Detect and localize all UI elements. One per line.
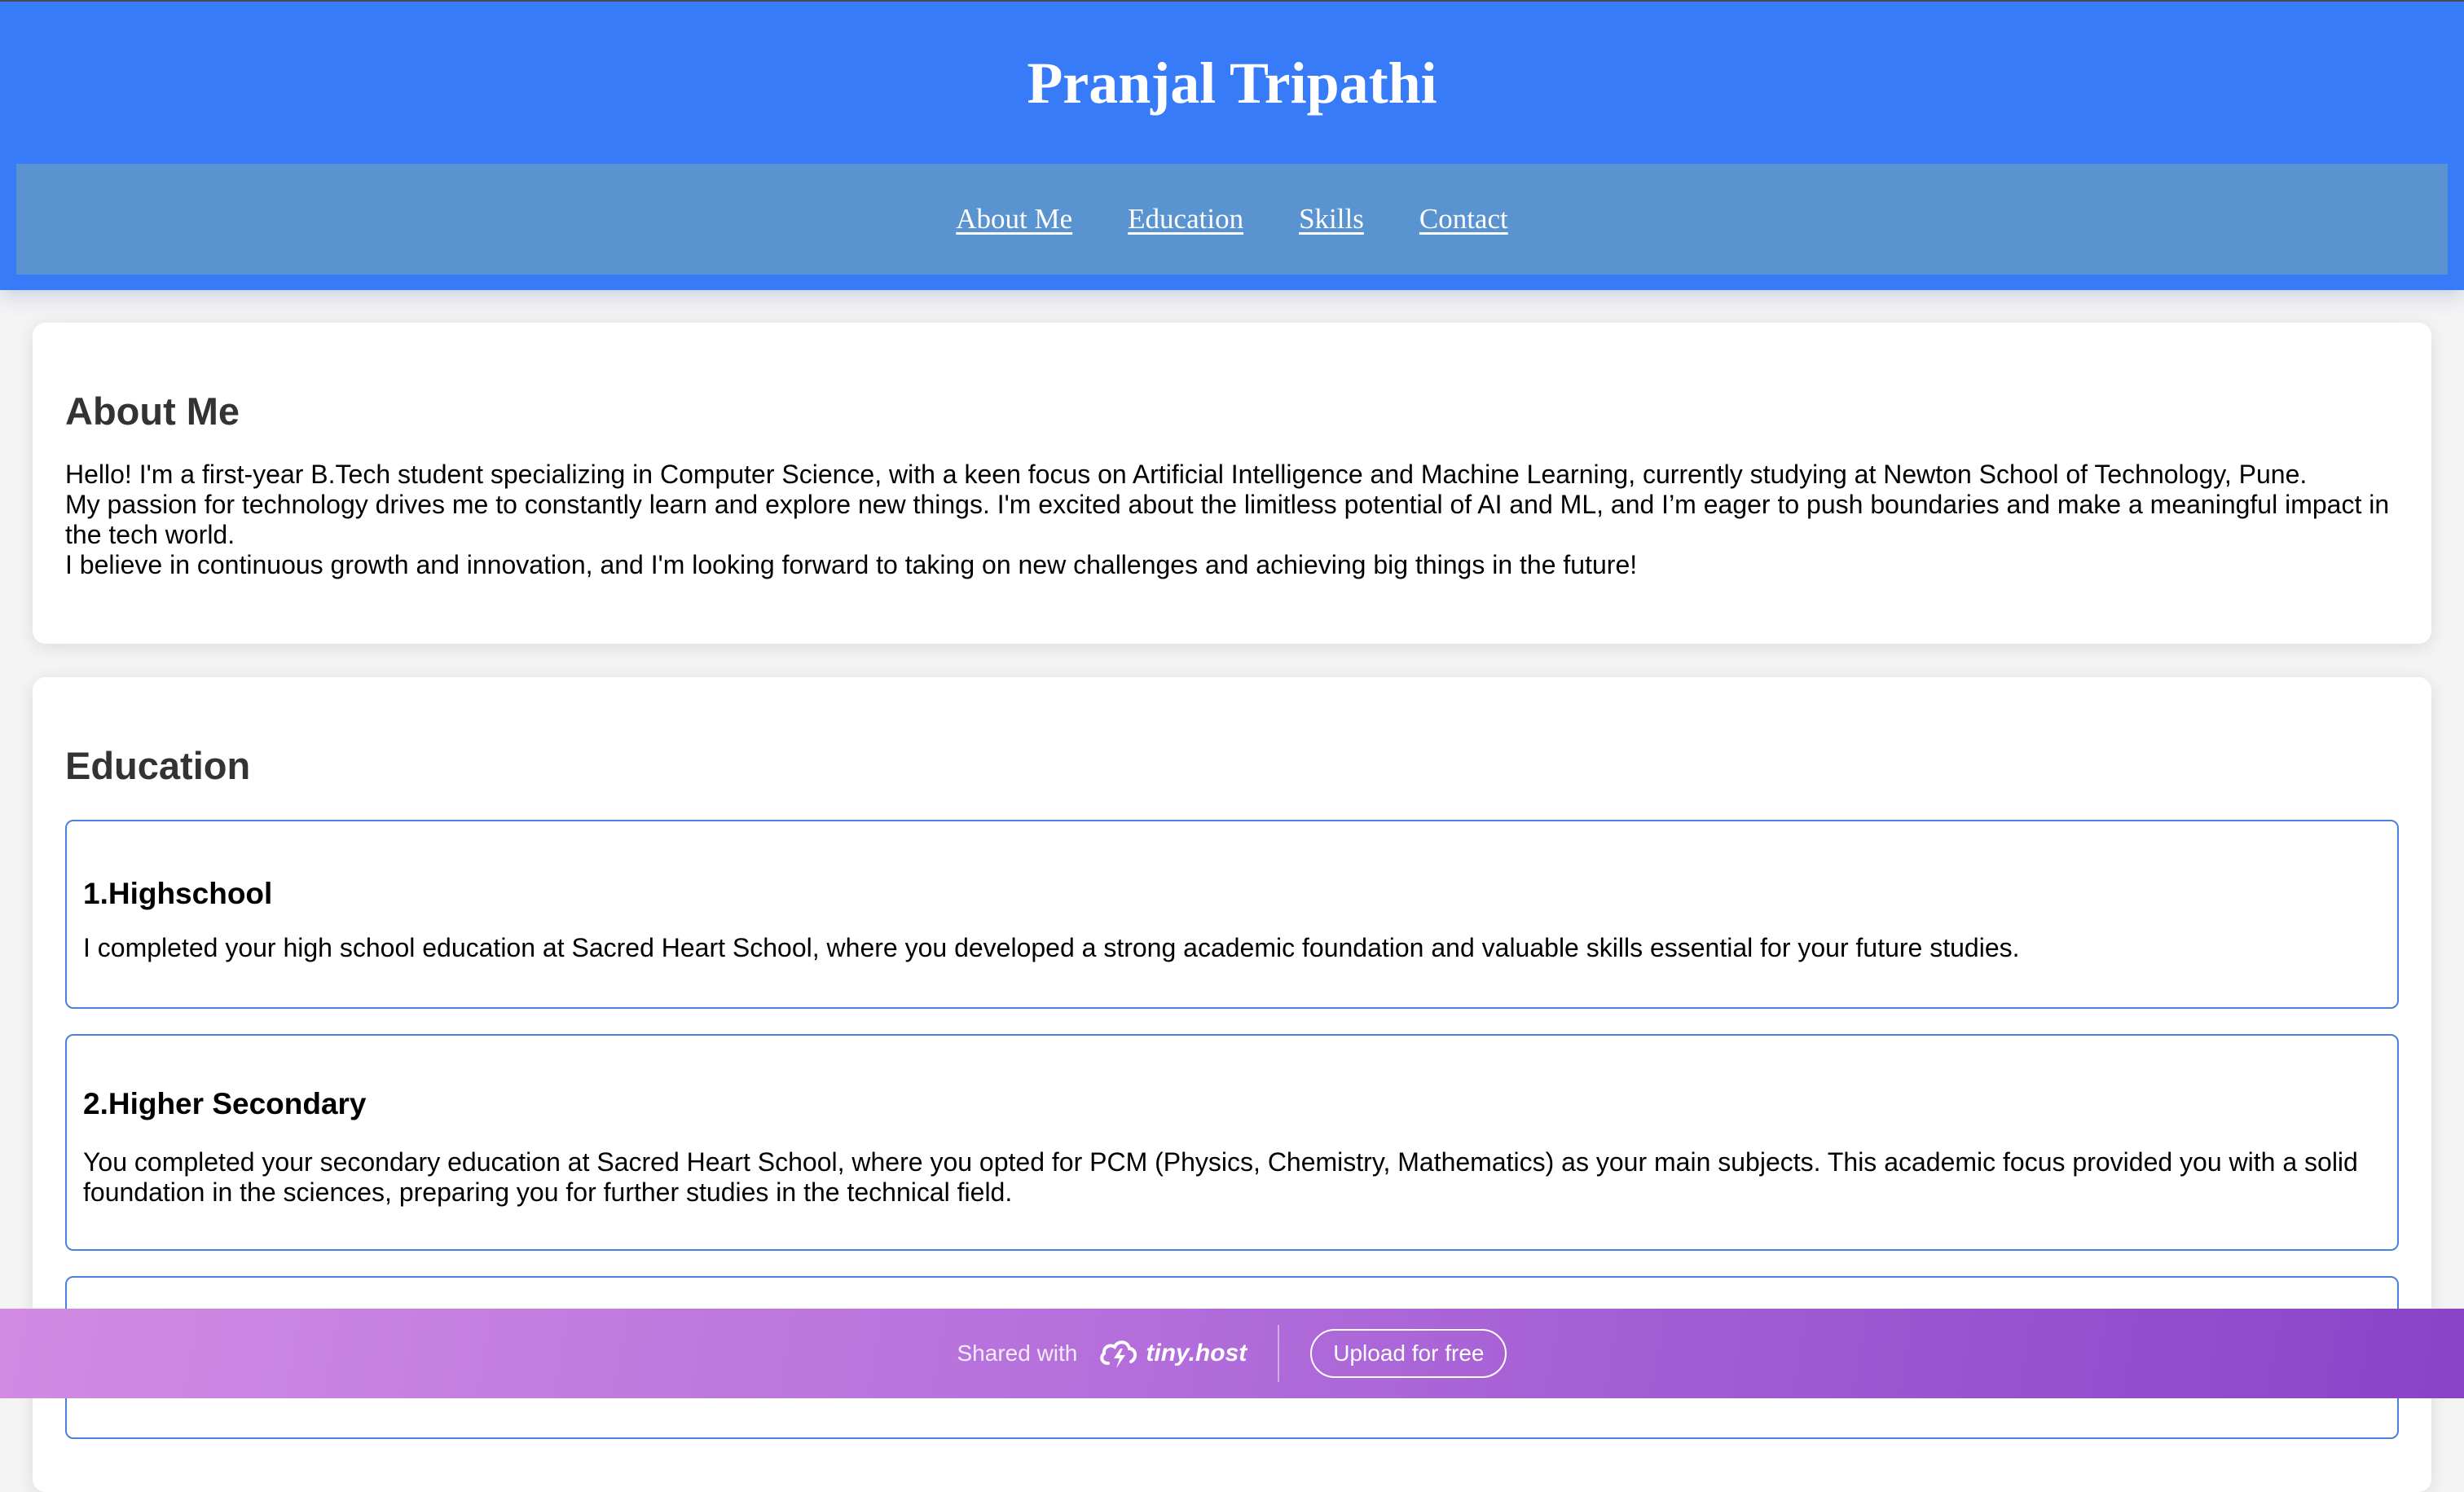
nav-link-about-me[interactable]: About Me [956, 203, 1072, 235]
banner-divider [1278, 1325, 1280, 1382]
education-item-highschool: 1.Highschool I completed your high schoo… [65, 820, 2399, 1009]
upload-for-free-button[interactable]: Upload for free [1310, 1329, 1507, 1378]
lightning-cloud-icon [1100, 1340, 1137, 1368]
education-item-higher-secondary: 2.Higher Secondary You completed your se… [65, 1034, 2399, 1251]
main-nav: About Me Education Skills Contact [16, 164, 2448, 275]
brand-name: tiny.host [1146, 1340, 1247, 1367]
nav-link-education[interactable]: Education [1128, 203, 1243, 235]
about-line-3: I believe in continuous growth and innov… [65, 550, 1638, 579]
education-heading: Education [65, 744, 251, 787]
site-title: Pranjal Tripathi [1027, 50, 1437, 116]
about-line-1: Hello! I'm a first-year B.Tech student s… [65, 460, 2308, 489]
about-line-2: My passion for technology drives me to c… [65, 490, 2390, 549]
site-header: Pranjal Tripathi About Me Education Skil… [0, 2, 2464, 290]
education-item-title: 1.Highschool [83, 877, 273, 910]
about-section: About Me Hello! I'm a first-year B.Tech … [33, 323, 2431, 644]
tinyhost-banner: Shared with tiny.host Upload for free [0, 1309, 2464, 1398]
nav-link-contact[interactable]: Contact [1419, 203, 1508, 235]
education-item-title: 2.Higher Secondary [83, 1087, 367, 1120]
education-item-text: You completed your secondary education a… [83, 1147, 2358, 1207]
education-item-text: I completed your high school education a… [83, 933, 2020, 962]
about-text: Hello! I'm a first-year B.Tech student s… [65, 460, 2431, 580]
tinyhost-logo[interactable]: tiny.host [1097, 1332, 1247, 1375]
nav-link-skills[interactable]: Skills [1299, 203, 1364, 235]
about-heading: About Me [65, 390, 240, 433]
shared-with-label: Shared with [957, 1340, 1078, 1366]
